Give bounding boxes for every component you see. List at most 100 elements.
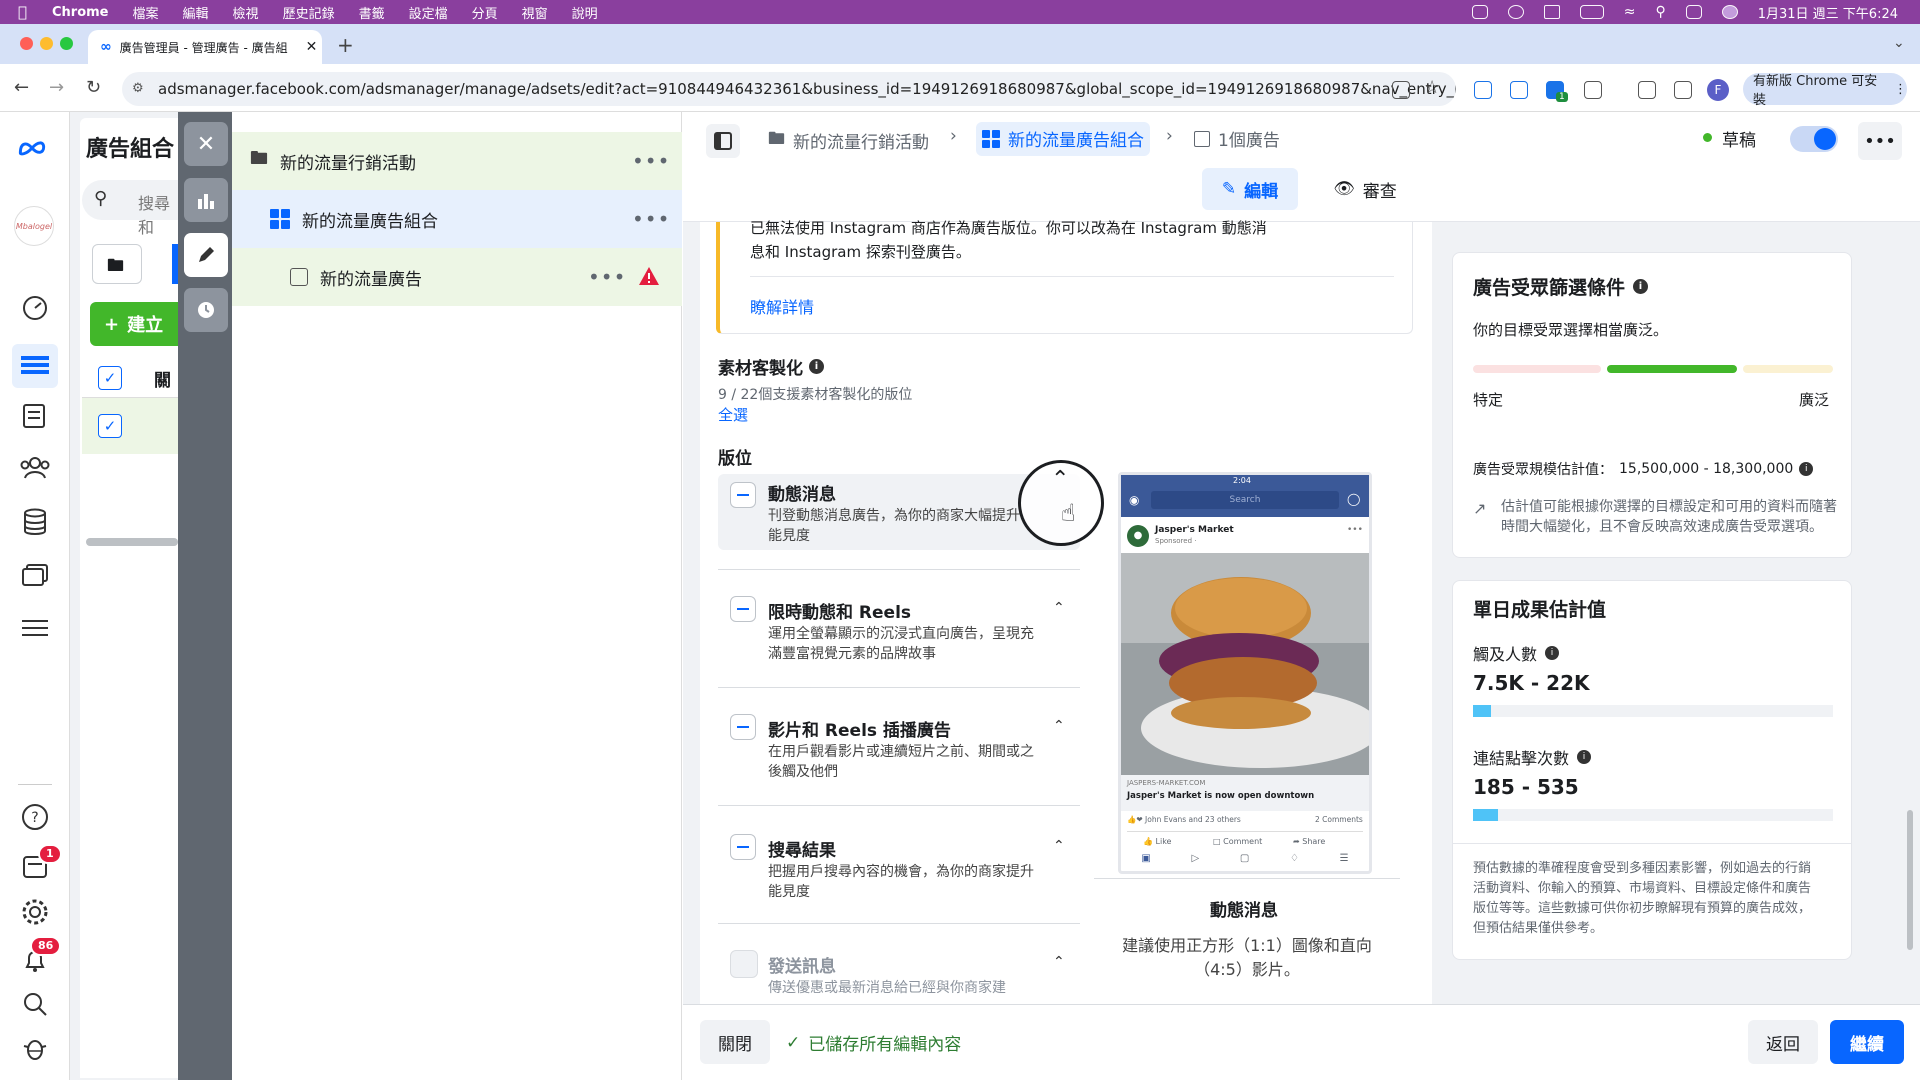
horizontal-scrollbar[interactable] xyxy=(86,538,178,546)
placement-instream-video[interactable]: 影片和 Reels 插播廣告 在用戶觀看影片或連續短片之前、期間或之後觸及他們 … xyxy=(718,688,1080,806)
menu-file[interactable]: 檔案 xyxy=(133,3,159,22)
warning-icon[interactable] xyxy=(638,266,660,286)
close-button[interactable]: 關閉 xyxy=(700,1020,770,1064)
reading-list-icon[interactable] xyxy=(1638,81,1656,99)
placement-search-results[interactable]: 搜尋結果 把握用戶搜尋內容的機會，為你的商家提升能見度 ⌃ xyxy=(718,806,1080,924)
window-close-icon[interactable] xyxy=(20,37,33,50)
reload-icon[interactable]: ↻ xyxy=(86,77,101,98)
window-minimize-icon[interactable] xyxy=(40,37,53,50)
vertical-scrollbar[interactable] xyxy=(1907,810,1913,950)
folder-filter-button[interactable]: 🖿 xyxy=(92,244,142,284)
chevron-up-icon[interactable]: ⌃ xyxy=(1053,600,1065,616)
adset-more-button[interactable]: ••• xyxy=(632,207,670,231)
media-library-icon[interactable] xyxy=(20,561,50,589)
placement-messages[interactable]: 發送訊息 傳送優惠或最新消息給已經與你商家建 ⌃ xyxy=(718,924,1080,1004)
bookmark-star-icon[interactable]: ☆ xyxy=(1424,77,1440,98)
tree-ad-item[interactable]: 新的流量廣告 ••• xyxy=(232,248,682,306)
ad-more-button[interactable]: ••• xyxy=(588,265,626,289)
campaigns-table-icon[interactable] xyxy=(20,352,50,380)
window-zoom-icon[interactable] xyxy=(60,37,73,50)
siri-icon[interactable] xyxy=(1721,5,1738,19)
tab-edit[interactable]: ✎ 編輯 xyxy=(1202,168,1298,210)
wifi-icon[interactable]: ≈ xyxy=(1624,4,1636,20)
select-all-link[interactable]: 全選 xyxy=(718,404,748,425)
forward-icon[interactable]: → xyxy=(49,77,64,98)
menu-window[interactable]: 視窗 xyxy=(522,3,548,22)
more-options-button[interactable]: ••• xyxy=(1858,122,1902,160)
chevron-up-icon[interactable]: ⌃ xyxy=(1053,718,1065,734)
edit-tool-button[interactable] xyxy=(184,233,228,277)
history-button[interactable] xyxy=(184,288,228,332)
continue-button[interactable]: 繼續 xyxy=(1830,1020,1904,1064)
row-checkbox[interactable]: ✓ xyxy=(98,414,122,438)
adset-toggle[interactable] xyxy=(1790,126,1838,152)
chevron-up-icon[interactable]: ⌃ xyxy=(1053,838,1065,854)
translate-extension-icon[interactable] xyxy=(1510,81,1528,99)
all-tools-menu-icon[interactable] xyxy=(20,614,50,642)
back-button[interactable]: 返回 xyxy=(1748,1020,1818,1064)
bug-report-icon[interactable] xyxy=(20,1034,50,1062)
chevron-up-icon[interactable]: ⌃ xyxy=(1053,954,1065,970)
breadcrumb-adset[interactable]: 新的流量廣告組合 xyxy=(982,126,1144,151)
info-icon[interactable]: i xyxy=(1577,750,1592,764)
table-row[interactable]: ✓ xyxy=(82,398,178,454)
reports-icon[interactable] xyxy=(20,402,50,430)
campaign-more-button[interactable]: ••• xyxy=(632,149,670,173)
tab-search-chevron-icon[interactable]: ⌄ xyxy=(1893,35,1905,51)
chrome-update-button[interactable]: 有新版 Chrome 可安裝 ⋮ xyxy=(1743,73,1907,108)
placement-feeds-checkbox[interactable] xyxy=(730,482,756,508)
new-tab-icon[interactable]: + xyxy=(337,33,354,57)
breadcrumb-ad[interactable]: 1個廣告 xyxy=(1194,126,1280,151)
extensions-puzzle-icon[interactable] xyxy=(1584,81,1602,99)
meta-logo-icon[interactable] xyxy=(17,134,47,162)
install-app-icon[interactable] xyxy=(1392,81,1410,99)
tab-review[interactable]: 👁 審查 xyxy=(1310,168,1420,210)
menu-tab[interactable]: 分頁 xyxy=(472,3,498,22)
settings-gear-icon[interactable] xyxy=(20,898,50,926)
menu-history[interactable]: 歷史記錄 xyxy=(283,3,335,22)
select-all-checkbox[interactable]: ✓ xyxy=(98,366,122,390)
placement-instream-checkbox[interactable] xyxy=(730,714,756,740)
menu-clock[interactable]: 1月31日 週三 下午6:24 xyxy=(1758,3,1898,22)
info-icon[interactable]: i xyxy=(809,359,824,374)
menu-help[interactable]: 說明 xyxy=(572,3,598,22)
create-button[interactable]: + 建立 xyxy=(90,302,178,346)
toggle-tree-button[interactable] xyxy=(706,124,740,158)
extension-1-icon[interactable] xyxy=(1474,81,1492,99)
help-icon[interactable]: ? xyxy=(20,803,50,831)
menu-edit[interactable]: 編輯 xyxy=(183,3,209,22)
account-avatar[interactable]: Mbalogel xyxy=(14,206,54,246)
placement-search-checkbox[interactable] xyxy=(730,834,756,860)
billing-icon[interactable] xyxy=(20,508,50,536)
info-icon[interactable]: i xyxy=(1633,279,1649,294)
info-icon[interactable]: i xyxy=(1799,462,1814,476)
control-center-icon[interactable] xyxy=(1685,5,1702,19)
apple-icon[interactable]:  xyxy=(18,3,36,21)
spotlight-icon[interactable]: ⚲ xyxy=(1655,4,1665,20)
vpn-icon[interactable] xyxy=(1471,5,1488,19)
menu-app-name[interactable]: Chrome xyxy=(52,5,109,20)
chevron-up-icon[interactable]: ⌃ xyxy=(1051,467,1069,492)
tree-campaign-item[interactable]: 🖿 新的流量行銷活動 ••• xyxy=(232,132,682,190)
charts-button[interactable] xyxy=(184,178,228,222)
tab-close-icon[interactable]: ✕ xyxy=(306,39,318,55)
battery-icon[interactable] xyxy=(1579,5,1604,19)
profile-avatar[interactable]: F xyxy=(1707,79,1729,101)
placement-stories-checkbox[interactable] xyxy=(730,596,756,622)
placement-stories-reels[interactable]: 限時動態和 Reels 運用全螢幕顯示的沉浸式直向廣告，呈現充滿豐富視覺元素的品… xyxy=(718,570,1080,688)
close-editor-button[interactable]: ✕ xyxy=(184,122,228,166)
account-overview-icon[interactable] xyxy=(20,294,50,322)
placement-messages-checkbox[interactable] xyxy=(730,950,758,978)
search-icon[interactable] xyxy=(20,990,50,1018)
text-input-icon[interactable] xyxy=(1543,5,1560,19)
menu-profiles[interactable]: 設定檔 xyxy=(409,3,448,22)
url-field[interactable]: adsmanager.facebook.com/adsmanager/manag… xyxy=(122,72,1456,106)
media-icon[interactable] xyxy=(1507,5,1524,19)
menu-bookmarks[interactable]: 書籤 xyxy=(359,3,385,22)
side-panel-icon[interactable] xyxy=(1674,81,1692,99)
browser-tab[interactable]: ∞ 廣告管理員 - 管理廣告 - 廣告組 ✕ xyxy=(88,30,322,64)
tree-adset-item[interactable]: 新的流量廣告組合 ••• xyxy=(232,190,682,248)
audiences-icon[interactable] xyxy=(20,454,50,482)
learn-more-link[interactable]: 瞭解詳情 xyxy=(750,294,814,318)
info-icon[interactable]: i xyxy=(1545,646,1560,660)
